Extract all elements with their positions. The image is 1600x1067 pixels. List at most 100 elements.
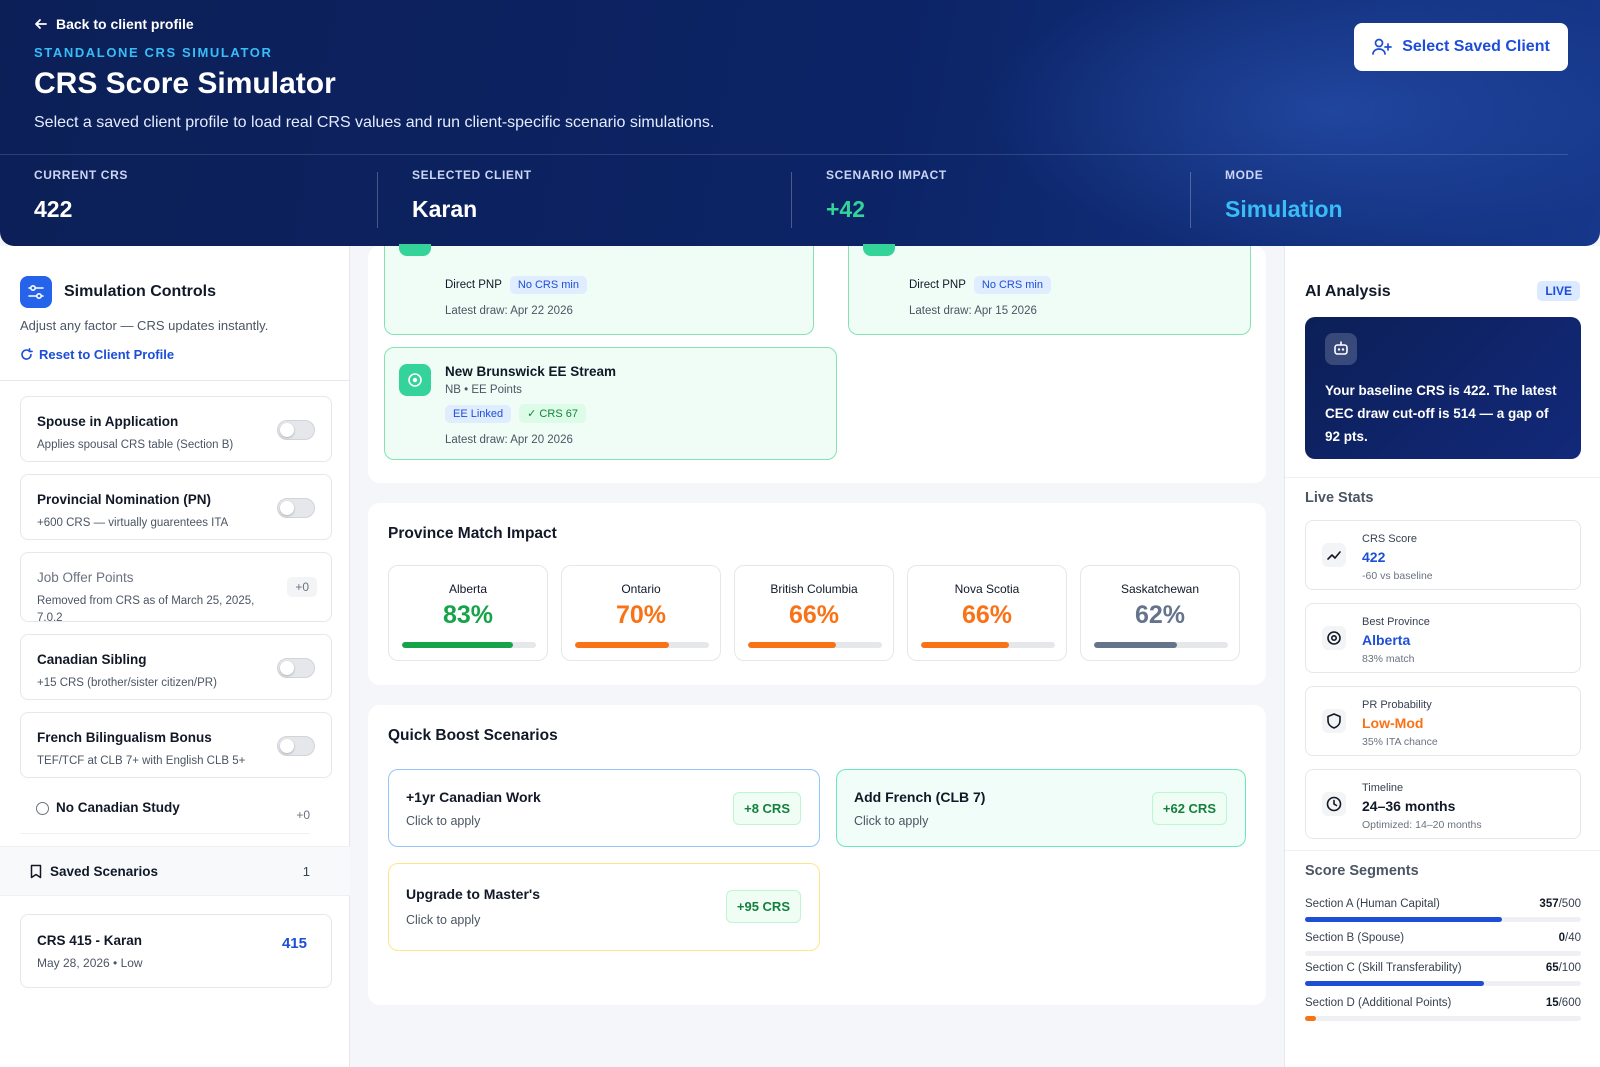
robot-icon <box>1325 333 1357 365</box>
segment-score-max: /100 <box>1558 962 1581 974</box>
province-match-pct: 66% <box>788 601 840 629</box>
segment-label: Section C (Skill Transferability) <box>1305 962 1462 974</box>
stream-row: Direct PNP No CRS min <box>445 276 587 294</box>
stream-name: New Brunswick EE Stream <box>445 364 617 379</box>
stream-draw: Latest draw: Apr 20 2026 <box>445 434 573 446</box>
sliders-icon <box>20 276 52 308</box>
saved-scenarios-header[interactable]: Saved Scenarios 1 <box>0 846 350 896</box>
panel-title: Simulation Controls <box>64 283 216 300</box>
match-progress-track <box>402 642 536 648</box>
panel-subtitle: Adjust any factor — CRS updates instantl… <box>20 318 269 333</box>
pn-toggle[interactable] <box>277 498 315 518</box>
ai-summary-text: Your baseline CRS is 422. The latest CEC… <box>1325 383 1557 444</box>
segment-score: 0/40 <box>1559 932 1581 944</box>
segment-score-max: /40 <box>1565 932 1581 944</box>
province-name: Alberta <box>448 582 488 596</box>
boost-masters[interactable]: Upgrade to Master's Click to apply +95 C… <box>388 863 820 951</box>
stream-tag: EE Linked <box>445 404 512 423</box>
live-stat-label: CRS Score <box>1362 533 1418 545</box>
segment-score-value: 65 <box>1545 962 1559 974</box>
segment-track <box>1305 917 1581 922</box>
crs-tag: ✓ CRS 67 <box>519 404 586 423</box>
reset-to-profile-link[interactable]: Reset to Client Profile <box>20 347 174 362</box>
stat-value: +42 <box>826 196 866 222</box>
live-stat-sub: 83% match <box>1362 653 1415 665</box>
study-label: No Canadian Study <box>56 800 180 815</box>
stream-draw: Latest draw: Apr 22 2026 <box>445 305 573 317</box>
province-match-item[interactable]: Nova Scotia 66% <box>907 565 1067 661</box>
control-job-offer: Job Offer Points Removed from CRS as of … <box>20 552 332 624</box>
user-plus-icon <box>1372 38 1393 55</box>
live-stat-label: Best Province <box>1362 616 1430 628</box>
select-saved-client-button[interactable]: Select Saved Client <box>1354 23 1568 71</box>
stat-label: SCENARIO IMPACT <box>826 168 947 182</box>
boost-add-french[interactable]: Add French (CLB 7) Click to apply +62 CR… <box>836 769 1246 847</box>
province-match-item[interactable]: Saskatchewan 62% <box>1080 565 1240 661</box>
stat-value: 422 <box>34 196 73 222</box>
boost-badge: +62 CRS <box>1151 792 1227 825</box>
saved-scenarios-count: 1 <box>302 864 310 879</box>
segment-label: Section B (Spouse) <box>1305 932 1405 944</box>
control-title: Spouse in Application <box>37 414 179 429</box>
live-stat-label: Timeline <box>1362 782 1404 794</box>
spouse-toggle[interactable] <box>277 420 315 440</box>
back-link[interactable]: Back to client profile <box>34 16 194 32</box>
page-eyebrow: STANDALONE CRS SIMULATOR <box>34 45 273 60</box>
sibling-toggle[interactable] <box>277 658 315 678</box>
control-provincial-nomination: Provincial Nomination (PN) +600 CRS — vi… <box>20 474 332 540</box>
live-stat-sub: -60 vs baseline <box>1362 570 1433 582</box>
stream-icon <box>863 244 895 256</box>
live-stat-value: Low-Mod <box>1362 715 1424 731</box>
boost-desc: Click to apply <box>854 814 929 828</box>
province-match-item[interactable]: Ontario 70% <box>561 565 721 661</box>
stat-value: Simulation <box>1225 196 1343 222</box>
segment-score: 15/600 <box>1546 997 1581 1009</box>
ai-summary-card: Your baseline CRS is 422. The latest CEC… <box>1305 317 1581 459</box>
live-badge: LIVE <box>1537 281 1580 301</box>
province-streams-card: Direct PNP No CRS min Latest draw: Apr 2… <box>368 244 1266 483</box>
score-segment: Section B (Spouse) 0/40 <box>1305 932 1581 958</box>
stat-value: Karan <box>412 196 478 222</box>
ai-analysis-panel: AI Analysis LIVE Your baseline CRS is 42… <box>1284 246 1600 1067</box>
segment-track <box>1305 1016 1581 1021</box>
province-stream-card[interactable]: Direct PNP No CRS min Latest draw: Apr 1… <box>848 244 1251 335</box>
segment-fill <box>1305 1016 1317 1021</box>
canadian-study-option[interactable]: No Canadian Study +0 <box>20 792 310 834</box>
panel-title: AI Analysis <box>1305 283 1391 300</box>
control-desc: TEF/TCF at CLB 7+ with English CLB 5+ <box>37 755 246 767</box>
boost-badge: +8 CRS <box>733 792 801 825</box>
saved-scenario-meta: May 28, 2026 • Low <box>37 956 143 970</box>
french-toggle[interactable] <box>277 736 315 756</box>
control-title: Provincial Nomination (PN) <box>37 492 212 507</box>
score-segments-title: Score Segments <box>1305 863 1419 879</box>
live-stat-sub: Optimized: 14–20 months <box>1362 819 1482 831</box>
shield-icon <box>1322 709 1346 733</box>
live-stat-card: PR Probability Low-Mod 35% ITA chance <box>1305 686 1581 756</box>
province-match-item[interactable]: Alberta 83% <box>388 565 548 661</box>
stream-icon <box>399 244 431 256</box>
radio-button[interactable] <box>36 802 49 815</box>
segment-fill <box>1305 917 1503 922</box>
control-canadian-sibling: Canadian Sibling +15 CRS (brother/sister… <box>20 634 332 700</box>
match-progress-track <box>575 642 709 648</box>
saved-scenario-score: 415 <box>281 935 307 952</box>
boost-title: +1yr Canadian Work <box>406 789 541 805</box>
province-stream-card[interactable]: Direct PNP No CRS min Latest draw: Apr 2… <box>384 244 814 335</box>
province-name: British Columbia <box>770 582 858 596</box>
score-segment: Section A (Human Capital) 357/500 <box>1305 898 1581 924</box>
stream-tag: No CRS min <box>509 276 587 294</box>
stream-tag: No CRS min <box>973 276 1051 294</box>
page-header: Back to client profile STANDALONE CRS SI… <box>0 0 1600 246</box>
province-match-item[interactable]: British Columbia 66% <box>734 565 894 661</box>
panel-divider <box>1285 850 1600 851</box>
match-progress-fill <box>748 642 837 648</box>
saved-scenario-item[interactable]: CRS 415 - Karan May 28, 2026 • Low 415 <box>20 914 332 988</box>
province-name: Nova Scotia <box>954 582 1020 596</box>
boost-canadian-work[interactable]: +1yr Canadian Work Click to apply +8 CRS <box>388 769 820 847</box>
match-progress-track <box>1094 642 1228 648</box>
stat-divider <box>791 172 792 228</box>
province-stream-card[interactable]: New Brunswick EE Stream NB • EE Points E… <box>384 347 837 460</box>
panel-divider <box>0 380 350 381</box>
province-name: Ontario <box>621 582 661 596</box>
match-progress-fill <box>921 642 1010 648</box>
